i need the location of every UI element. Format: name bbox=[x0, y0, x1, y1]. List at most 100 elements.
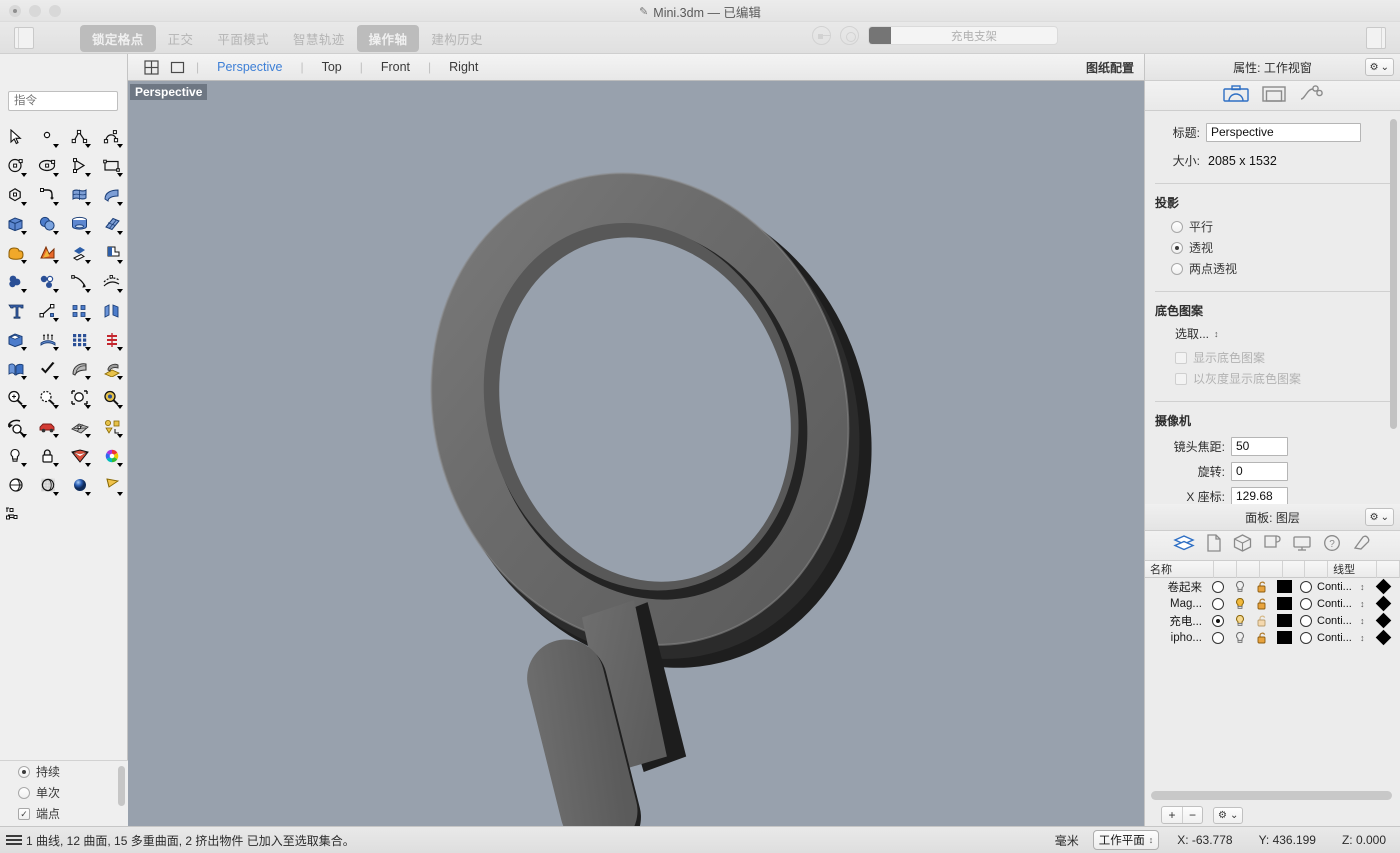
layer-visibility-icon[interactable] bbox=[1229, 614, 1251, 628]
layer-print-color[interactable] bbox=[1372, 581, 1394, 592]
point-icon[interactable] bbox=[32, 122, 64, 151]
boolean-union-icon[interactable] bbox=[0, 238, 32, 267]
layer-name[interactable]: 卷起来 bbox=[1145, 579, 1207, 595]
left-sidebar-toggle-button[interactable] bbox=[14, 27, 34, 49]
layer-name[interactable]: 充电... bbox=[1145, 613, 1207, 629]
mesh-from-surface-icon[interactable] bbox=[64, 354, 96, 383]
boolean-split-icon[interactable] bbox=[64, 238, 96, 267]
rendered-display-icon[interactable] bbox=[64, 470, 96, 499]
remove-layer-button[interactable]: − bbox=[1182, 807, 1202, 823]
checkbox-endpoint[interactable]: ✓ bbox=[18, 808, 30, 820]
arc-icon[interactable] bbox=[64, 151, 96, 180]
explode-icon[interactable] bbox=[32, 267, 64, 296]
named-view-icon[interactable] bbox=[1263, 534, 1281, 557]
named-views-icon[interactable] bbox=[64, 412, 96, 441]
zoom-target-icon[interactable] bbox=[96, 383, 128, 412]
set-current-layer-icon[interactable] bbox=[812, 26, 831, 45]
select-arrow-icon[interactable] bbox=[0, 122, 32, 151]
tab-right[interactable]: Right bbox=[437, 60, 490, 74]
cplane-dropdown[interactable]: 工作平面 ↕ bbox=[1093, 830, 1160, 850]
table-row[interactable]: ipho... Conti... ↕ bbox=[1145, 629, 1400, 646]
mirror-icon[interactable] bbox=[96, 296, 128, 325]
layer-lock-icon[interactable] bbox=[1251, 580, 1273, 594]
boolean-intersect-icon[interactable] bbox=[96, 238, 128, 267]
layer-lock-icon[interactable] bbox=[1251, 614, 1273, 628]
clipping-plane-icon[interactable] bbox=[96, 470, 128, 499]
rebuild-curve-icon[interactable] bbox=[96, 325, 128, 354]
layers-options-button[interactable]: ⚙ ⌄ bbox=[1365, 508, 1394, 526]
ghosted-display-icon[interactable] bbox=[32, 470, 64, 499]
surface-patch-icon[interactable] bbox=[96, 209, 128, 238]
x-location-input[interactable]: 129.68 bbox=[1231, 487, 1288, 504]
light-bulb-icon[interactable] bbox=[0, 441, 32, 470]
viewport-title-input[interactable]: Perspective bbox=[1206, 123, 1361, 142]
join-icon[interactable] bbox=[0, 267, 32, 296]
array-icon[interactable] bbox=[64, 296, 96, 325]
layer-color-swatch[interactable] bbox=[1273, 614, 1295, 627]
osnap-endpoint-check[interactable]: ✓ 端点 bbox=[0, 803, 128, 824]
layer-visibility-icon[interactable] bbox=[1229, 631, 1251, 645]
layer-lock-icon[interactable] bbox=[1251, 631, 1273, 645]
radio-once[interactable] bbox=[18, 787, 30, 799]
single-view-layout-icon[interactable] bbox=[164, 60, 190, 75]
polygon-icon[interactable] bbox=[0, 180, 32, 209]
scale-icon[interactable] bbox=[32, 296, 64, 325]
layout-objects-icon[interactable] bbox=[96, 412, 128, 441]
layer-material-icon[interactable] bbox=[1295, 615, 1317, 627]
layer-add-remove-group[interactable]: + − bbox=[1161, 806, 1203, 824]
surface-from-curves-icon[interactable] bbox=[64, 180, 96, 209]
layer-target-icon[interactable] bbox=[840, 26, 859, 45]
projection-two-point-option[interactable]: 两点透视 bbox=[1171, 258, 1400, 279]
viewport-icon[interactable] bbox=[1262, 85, 1286, 107]
color-wheel-icon[interactable] bbox=[96, 441, 128, 470]
table-row[interactable]: 充电... Conti... ↕ bbox=[1145, 612, 1400, 629]
right-sidebar-toggle-button[interactable] bbox=[1366, 27, 1386, 49]
layer-print-color[interactable] bbox=[1372, 598, 1394, 609]
check-icon[interactable] bbox=[32, 354, 64, 383]
tab-front[interactable]: Front bbox=[369, 60, 422, 74]
current-layer-dropdown[interactable]: 充电支架 bbox=[868, 26, 1058, 45]
osnap-scrollbar[interactable] bbox=[118, 766, 125, 806]
layer-linetype[interactable]: Conti... ↕ bbox=[1317, 581, 1372, 593]
polyline-icon[interactable] bbox=[64, 122, 96, 151]
layer-current-toggle[interactable] bbox=[1207, 598, 1229, 610]
layer-name[interactable]: ipho... bbox=[1145, 632, 1207, 644]
lock-icon[interactable] bbox=[32, 441, 64, 470]
tab-perspective[interactable]: Perspective bbox=[205, 60, 294, 74]
layer-linetype[interactable]: Conti... ↕ bbox=[1317, 632, 1372, 644]
rotate-view-icon[interactable] bbox=[0, 412, 32, 441]
offset-surface-icon[interactable] bbox=[96, 267, 128, 296]
render-material-icon[interactable] bbox=[64, 441, 96, 470]
add-layer-button[interactable]: + bbox=[1162, 807, 1182, 823]
toggle-grid-snap[interactable]: 锁定格点 bbox=[80, 25, 156, 52]
layer-name[interactable]: Mag... bbox=[1145, 598, 1207, 610]
text-icon[interactable] bbox=[0, 296, 32, 325]
layers-icon[interactable] bbox=[1173, 534, 1195, 557]
layer-linetype[interactable]: Conti... ↕ bbox=[1317, 615, 1372, 627]
layer-current-toggle[interactable] bbox=[1207, 632, 1229, 644]
rebuild-grid-icon[interactable] bbox=[64, 325, 96, 354]
sphere-icon[interactable] bbox=[32, 209, 64, 238]
layer-color-swatch[interactable] bbox=[1273, 631, 1295, 644]
projection-parallel-option[interactable]: 平行 bbox=[1171, 216, 1400, 237]
curve-icon[interactable] bbox=[96, 122, 128, 151]
camera-icon[interactable] bbox=[1223, 85, 1249, 107]
curve-points-icon[interactable] bbox=[1299, 85, 1323, 107]
wallpaper-select-button[interactable]: 选取... ↕ bbox=[1175, 325, 1219, 342]
four-view-layout-icon[interactable] bbox=[138, 60, 164, 75]
tab-top[interactable]: Top bbox=[310, 60, 354, 74]
osnap-persistent-radio[interactable]: 持续 bbox=[0, 761, 128, 782]
extrude-surface-icon[interactable] bbox=[96, 180, 128, 209]
cap-hole-icon[interactable] bbox=[0, 325, 32, 354]
radio-two-point-perspective[interactable] bbox=[1171, 263, 1183, 275]
table-row[interactable]: Mag... Conti... ↕ bbox=[1145, 595, 1400, 612]
drape-icon[interactable] bbox=[96, 354, 128, 383]
table-row[interactable]: 卷起来 Conti... ↕ bbox=[1145, 578, 1400, 595]
toggle-planar[interactable]: 平面模式 bbox=[205, 25, 281, 52]
radio-parallel[interactable] bbox=[1171, 221, 1183, 233]
fillet-icon[interactable] bbox=[32, 180, 64, 209]
layer-visibility-icon[interactable] bbox=[1229, 597, 1251, 611]
toggle-smart-track[interactable]: 智慧轨迹 bbox=[281, 25, 357, 52]
unroll-surface-icon[interactable] bbox=[0, 354, 32, 383]
cylinder-icon[interactable] bbox=[64, 209, 96, 238]
